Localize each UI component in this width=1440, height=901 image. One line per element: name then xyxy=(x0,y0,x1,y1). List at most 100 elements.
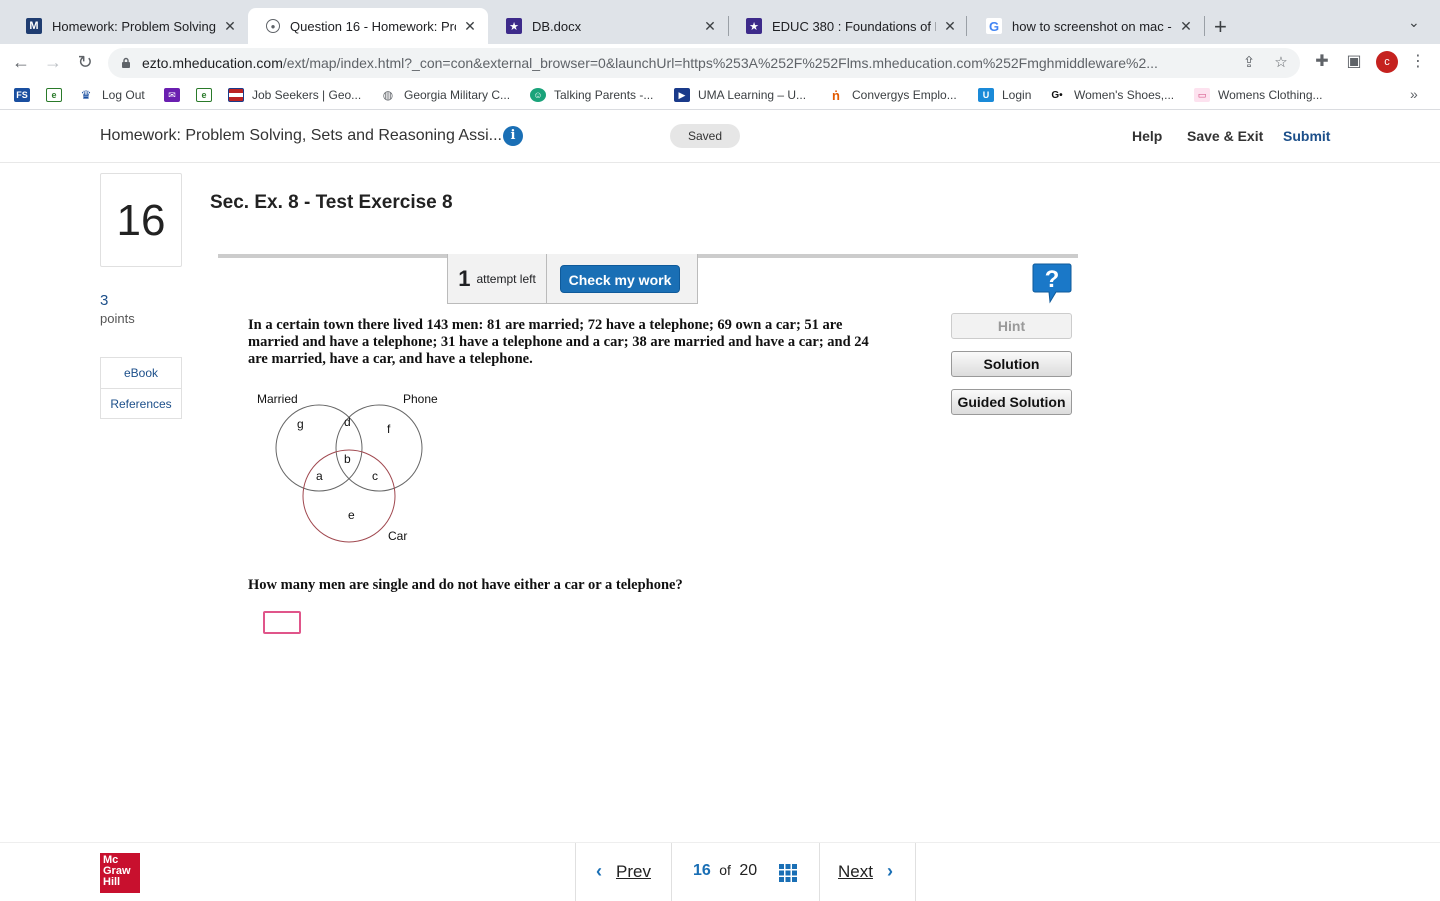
url-text: ezto.mheducation.com/ext/map/index.html?… xyxy=(142,55,1158,71)
bookmark-fs[interactable]: FS xyxy=(14,86,38,104)
references-link[interactable]: References xyxy=(101,388,181,418)
bookmark-job-seekers[interactable]: Job Seekers | Geo... xyxy=(228,86,361,104)
bookmark-womens-shoes[interactable]: G• Women's Shoes,... xyxy=(1048,86,1174,104)
next-button[interactable]: Next › xyxy=(838,861,893,882)
tab-label: DB.docx xyxy=(532,18,582,34)
browser-tabstrip: M Homework: Problem Solving, S ✕ ● Quest… xyxy=(0,0,1440,44)
tab-label: Homework: Problem Solving, S xyxy=(52,18,216,34)
ebook-link[interactable]: eBook xyxy=(101,358,181,388)
hint-button[interactable]: Hint xyxy=(951,313,1072,339)
page-counter: 16 of 20 xyxy=(693,862,757,880)
region-e: e xyxy=(348,508,355,522)
tab-db-docx[interactable]: ★ DB.docx ✕ xyxy=(488,8,728,44)
close-icon[interactable]: ✕ xyxy=(942,18,958,35)
chevron-down-icon[interactable]: ⌄ xyxy=(1408,14,1420,31)
forward-arrow-icon[interactable]: → xyxy=(40,50,66,74)
problem-text: In a certain town there lived 143 men: 8… xyxy=(248,317,869,367)
total-questions: 20 xyxy=(739,862,758,879)
bookmarks-overflow-icon[interactable]: » xyxy=(1410,86,1418,102)
question-pager: ‹ Prev 16 of 20 Next › xyxy=(575,843,916,901)
check-work-panel: Check my work xyxy=(547,254,698,304)
bookmark-log-out[interactable]: ♛ Log Out xyxy=(78,86,145,104)
of-label: of xyxy=(719,862,731,878)
question-grid-icon[interactable] xyxy=(779,864,797,882)
mail-icon: ✉ xyxy=(164,88,180,102)
bookmark-star-icon[interactable]: ☆ xyxy=(1272,54,1290,72)
bookmark-mail[interactable]: ✉ xyxy=(164,86,188,104)
region-b: b xyxy=(344,452,351,466)
help-link[interactable]: Help xyxy=(1132,128,1162,144)
guided-solution-button[interactable]: Guided Solution xyxy=(951,389,1072,415)
bookmark-talking-parents[interactable]: ☺ Talking Parents -... xyxy=(530,86,653,104)
side-panel-icon[interactable]: ▣ xyxy=(1344,52,1364,72)
close-icon[interactable]: ✕ xyxy=(462,18,478,35)
new-tab-icon[interactable]: + xyxy=(1214,14,1227,40)
bookmark-georgia-military[interactable]: ◍ Georgia Military C... xyxy=(380,86,510,104)
share-icon[interactable]: ⇪ xyxy=(1240,54,1258,72)
close-icon[interactable]: ✕ xyxy=(702,18,718,35)
sheet-icon: e xyxy=(46,88,62,102)
back-arrow-icon[interactable]: ← xyxy=(8,50,34,74)
u-icon: U xyxy=(978,88,994,102)
venn-diagram: Married Phone Car g d f b a c e xyxy=(257,392,438,543)
region-g: g xyxy=(297,417,304,431)
kebab-menu-icon[interactable]: ⋮ xyxy=(1408,52,1428,72)
bookmark-uma-learning[interactable]: ▶ UMA Learning – U... xyxy=(674,86,806,104)
assignment-header: Homework: Problem Solving, Sets and Reas… xyxy=(0,111,1440,163)
question-number: 16 xyxy=(100,173,182,267)
tab-question-16[interactable]: ● Question 16 - Homework: Prob ✕ xyxy=(248,8,488,44)
bookmark-login[interactable]: U Login xyxy=(978,86,1031,104)
footer: Mc Graw Hill ‹ Prev 16 of 20 Next › xyxy=(0,842,1440,901)
globe-icon: ◍ xyxy=(380,88,396,102)
bookmark-sheet-2[interactable]: e xyxy=(196,86,220,104)
points-label: points xyxy=(100,311,135,326)
assignment-title: Homework: Problem Solving, Sets and Reas… xyxy=(100,127,502,144)
flag-icon xyxy=(228,88,244,102)
profile-avatar[interactable]: c xyxy=(1376,51,1398,73)
pager-divider xyxy=(819,843,820,901)
phone-label: Phone xyxy=(403,392,438,406)
tab-label: Question 16 - Homework: Prob xyxy=(290,18,456,34)
attempts-count: 1 xyxy=(458,265,471,291)
crown-icon: ♛ xyxy=(78,88,94,102)
current-question: 16 xyxy=(693,862,711,879)
address-toolbar: ← → ↻ ezto.mheducation.com/ext/map/index… xyxy=(0,44,1440,80)
tab-homework[interactable]: M Homework: Problem Solving, S ✕ xyxy=(8,8,248,44)
bookmark-womens-clothing[interactable]: ▭ Womens Clothing... xyxy=(1194,86,1323,104)
submit-link[interactable]: Submit xyxy=(1283,128,1330,144)
tab-educ-380[interactable]: ★ EDUC 380 : Foundations of Ed ✕ xyxy=(728,8,968,44)
fs-icon: FS xyxy=(14,88,30,102)
shop-icon: ▭ xyxy=(1194,88,1210,102)
prev-button[interactable]: ‹ Prev xyxy=(596,861,651,882)
svg-text:?: ? xyxy=(1045,266,1060,293)
help-question-icon[interactable]: ? xyxy=(1032,262,1072,304)
bookmark-sheet-1[interactable]: e xyxy=(46,86,70,104)
married-label: Married xyxy=(257,392,298,406)
attempts-label: attempt left xyxy=(476,271,536,286)
bookmark-convergys[interactable]: ṅ Convergys Emplo... xyxy=(828,86,957,104)
chevron-left-icon: ‹ xyxy=(596,861,602,881)
extensions-puzzle-icon[interactable]: ✚ xyxy=(1312,52,1332,72)
close-icon[interactable]: ✕ xyxy=(1178,18,1194,35)
region-f: f xyxy=(387,422,391,436)
points-value: 3 xyxy=(100,292,109,309)
next-label: Next xyxy=(838,861,873,881)
answer-input[interactable] xyxy=(263,611,301,634)
prev-label: Prev xyxy=(616,861,651,881)
check-my-work-button[interactable]: Check my work xyxy=(560,265,680,293)
bookmarks-bar: FS e ♛ Log Out ✉ e Job Seekers | Geo... ◍… xyxy=(0,80,1440,110)
tab-google-search[interactable]: G how to screenshot on mac - Go ✕ xyxy=(968,8,1204,44)
globe-icon: ● xyxy=(266,19,280,33)
solution-button[interactable]: Solution xyxy=(951,351,1072,377)
close-icon[interactable]: ✕ xyxy=(222,18,238,35)
save-exit-link[interactable]: Save & Exit xyxy=(1187,128,1263,144)
tab-separator xyxy=(1204,16,1205,36)
car-label: Car xyxy=(388,529,407,543)
info-icon[interactable]: i xyxy=(503,126,523,146)
face-icon: ☺ xyxy=(530,88,546,102)
region-a: a xyxy=(316,469,323,483)
reload-icon[interactable]: ↻ xyxy=(72,50,98,74)
question-prompt: How many men are single and do not have … xyxy=(248,577,683,593)
url-bar[interactable]: ezto.mheducation.com/ext/map/index.html?… xyxy=(108,48,1300,78)
tab-label: EDUC 380 : Foundations of Ed xyxy=(772,18,936,34)
